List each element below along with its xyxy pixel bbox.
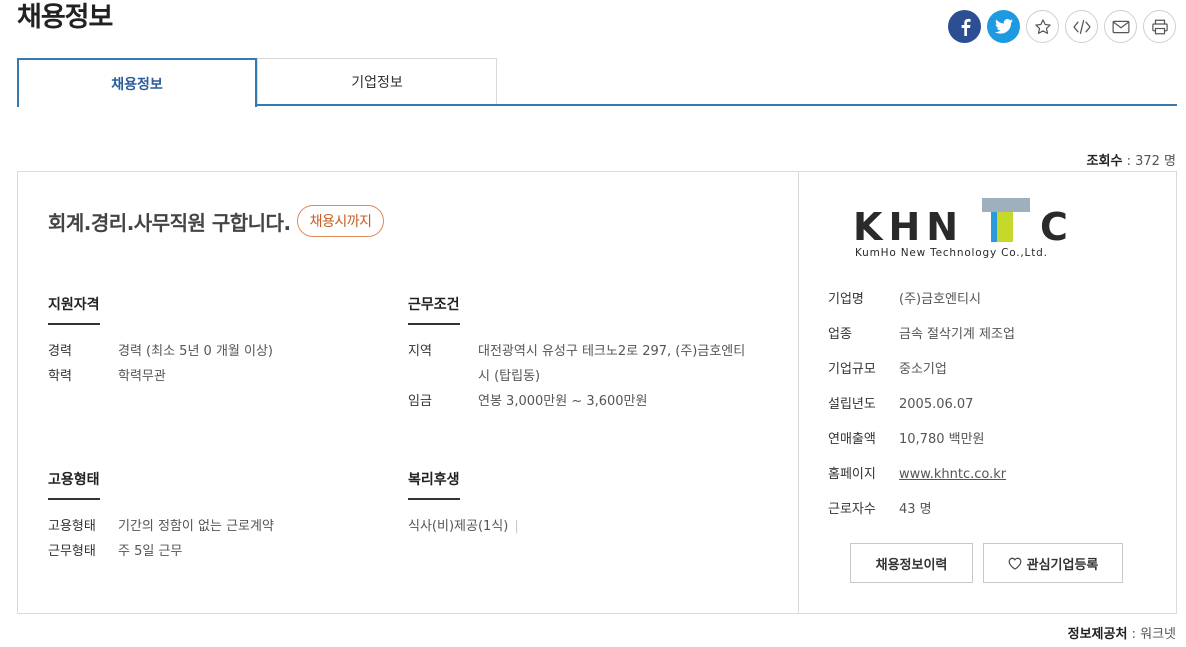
row-value: 금속 절삭기계 제조업 [899, 327, 1015, 342]
row-label: 학력 [48, 369, 72, 384]
company-row-industry: 업종 금속 절삭기계 제조업 [828, 317, 1015, 352]
company-row-size: 기업규모 중소기업 [828, 352, 1015, 387]
row-value: 2005.06.07 [899, 397, 974, 412]
bookmark-button[interactable] [1026, 10, 1059, 43]
company-row-employees: 근로자수 43 명 [828, 492, 1015, 527]
job-title: 회계.경리.사무직원 구합니다. [48, 210, 291, 235]
view-count-label: 조회수 [1086, 154, 1123, 169]
email-share-button[interactable] [1104, 10, 1137, 43]
company-actions: 채용정보이력 관심기업등록 [850, 543, 1123, 583]
twitter-share-button[interactable] [987, 10, 1020, 43]
logo-subtitle: KumHo New Technology Co.,Ltd. [855, 247, 1048, 258]
row-value: 학력무관 [118, 369, 166, 384]
location-line-2: 시 (탑립동) [478, 369, 541, 384]
view-count-value: 372 명 [1135, 154, 1176, 169]
info-source: 정보제공처 : 워크넷 [1067, 627, 1176, 642]
employment-heading: 고용형태 [48, 469, 100, 500]
row-label: 업종 [828, 327, 852, 342]
page-title: 채용정보 [17, 2, 113, 33]
qualification-row-experience: 경력 경력 (최소 5년 0 개월 이상) [48, 339, 368, 364]
mail-icon [1112, 20, 1129, 33]
row-value: 연봉 3,000만원 ~ 3,600만원 [478, 394, 648, 409]
view-count: 조회수 : 372 명 [1086, 154, 1176, 169]
qualifications-section: 지원자격 경력 경력 (최소 5년 0 개월 이상) 학력 학력무관 [48, 294, 368, 389]
homepage-link[interactable]: www.khntc.co.kr [899, 457, 1006, 492]
welfare-section: 복리후생 식사(비)제공(1식) | [408, 469, 788, 539]
add-favorite-label: 관심기업등록 [1026, 557, 1099, 573]
row-value: 대전광역시 유성구 테크노2로 297, (주)금호엔티 시 (탑립동) [478, 339, 745, 389]
code-icon [1072, 19, 1091, 34]
facebook-share-button[interactable] [948, 10, 981, 43]
heart-icon [1008, 557, 1022, 570]
tab-company-info[interactable]: 기업정보 [257, 58, 497, 104]
qualification-row-education: 학력 학력무관 [48, 364, 368, 389]
row-label: 홈페이지 [828, 467, 876, 482]
employment-section: 고용형태 고용형태 기간의 정함이 없는 근로계약 근무형태 주 5일 근무 [48, 469, 368, 564]
row-label: 경력 [48, 344, 72, 359]
row-value: 주 5일 근무 [118, 544, 183, 559]
embed-code-button[interactable] [1065, 10, 1098, 43]
job-history-label: 채용정보이력 [875, 557, 948, 573]
row-value: 경력 (최소 5년 0 개월 이상) [118, 344, 273, 359]
row-label: 고용형태 [48, 519, 96, 534]
company-logo: KHN C KumHo New Technology Co.,Ltd. [853, 198, 1068, 258]
company-panel: KHN C KumHo New Technology Co.,Ltd. 기업명 … [799, 172, 1177, 613]
tab-bar: 채용정보 기업정보 [17, 58, 1177, 107]
job-info-panel: 회계.경리.사무직원 구합니다. 채용시까지 지원자격 경력 경력 (최소 5년… [18, 172, 799, 613]
company-row-homepage: 홈페이지 www.khntc.co.kr [828, 457, 1015, 492]
print-button[interactable] [1143, 10, 1176, 43]
logo-letters: KHN [853, 205, 964, 249]
welfare-heading: 복리후생 [408, 469, 460, 500]
row-label: 지역 [408, 344, 432, 359]
row-label: 연매출액 [828, 432, 876, 447]
info-source-label: 정보제공처 [1067, 627, 1128, 642]
employment-row-type: 고용형태 기간의 정함이 없는 근로계약 [48, 514, 368, 539]
condition-row-location: 지역 대전광역시 유성구 테크노2로 297, (주)금호엔티 시 (탑립동) [408, 339, 788, 389]
printer-icon [1151, 19, 1168, 34]
welfare-value: 식사(비)제공(1식) [408, 519, 509, 534]
employment-row-schedule: 근무형태 주 5일 근무 [48, 539, 368, 564]
conditions-section: 근무조건 지역 대전광역시 유성구 테크노2로 297, (주)금호엔티 시 (… [408, 294, 788, 414]
row-label: 임금 [408, 394, 432, 409]
row-label: 기업명 [828, 292, 864, 307]
job-title-row: 회계.경리.사무직원 구합니다. 채용시까지 [48, 205, 385, 237]
tab-job-info[interactable]: 채용정보 [17, 58, 257, 107]
row-value: 43 명 [899, 502, 932, 517]
star-icon [1034, 18, 1051, 34]
twitter-icon [994, 19, 1013, 34]
location-line-1: 대전광역시 유성구 테크노2로 297, (주)금호엔티 [478, 344, 746, 359]
share-bar [948, 10, 1176, 43]
row-value: (주)금호엔티시 [899, 292, 981, 307]
company-row-founded: 설립년도 2005.06.07 [828, 387, 1015, 422]
condition-row-salary: 임금 연봉 3,000만원 ~ 3,600만원 [408, 389, 788, 414]
row-label: 설립년도 [828, 397, 876, 412]
deadline-badge: 채용시까지 [296, 205, 385, 237]
add-favorite-company-button[interactable]: 관심기업등록 [983, 543, 1123, 583]
welfare-row: 식사(비)제공(1식) | [408, 514, 788, 539]
conditions-heading: 근무조건 [408, 294, 460, 325]
info-source-value: 워크넷 [1140, 627, 1176, 642]
row-label: 근로자수 [828, 502, 876, 517]
row-value: 10,780 백만원 [899, 432, 985, 447]
row-value: 중소기업 [899, 362, 947, 377]
facebook-icon [961, 18, 971, 36]
job-history-button[interactable]: 채용정보이력 [850, 543, 973, 583]
row-label: 근무형태 [48, 544, 96, 559]
job-detail-card: 회계.경리.사무직원 구합니다. 채용시까지 지원자격 경력 경력 (최소 5년… [17, 171, 1177, 614]
company-row-name: 기업명 (주)금호엔티시 [828, 282, 1015, 317]
qualifications-heading: 지원자격 [48, 294, 100, 325]
welfare-divider: | [514, 519, 519, 534]
company-row-revenue: 연매출액 10,780 백만원 [828, 422, 1015, 457]
company-info-list: 기업명 (주)금호엔티시 업종 금속 절삭기계 제조업 기업규모 중소기업 설립… [828, 282, 1015, 527]
logo-letter-c: C [1040, 205, 1068, 249]
row-label: 기업규모 [828, 362, 876, 377]
row-value: 기간의 정함이 없는 근로계약 [118, 519, 274, 534]
